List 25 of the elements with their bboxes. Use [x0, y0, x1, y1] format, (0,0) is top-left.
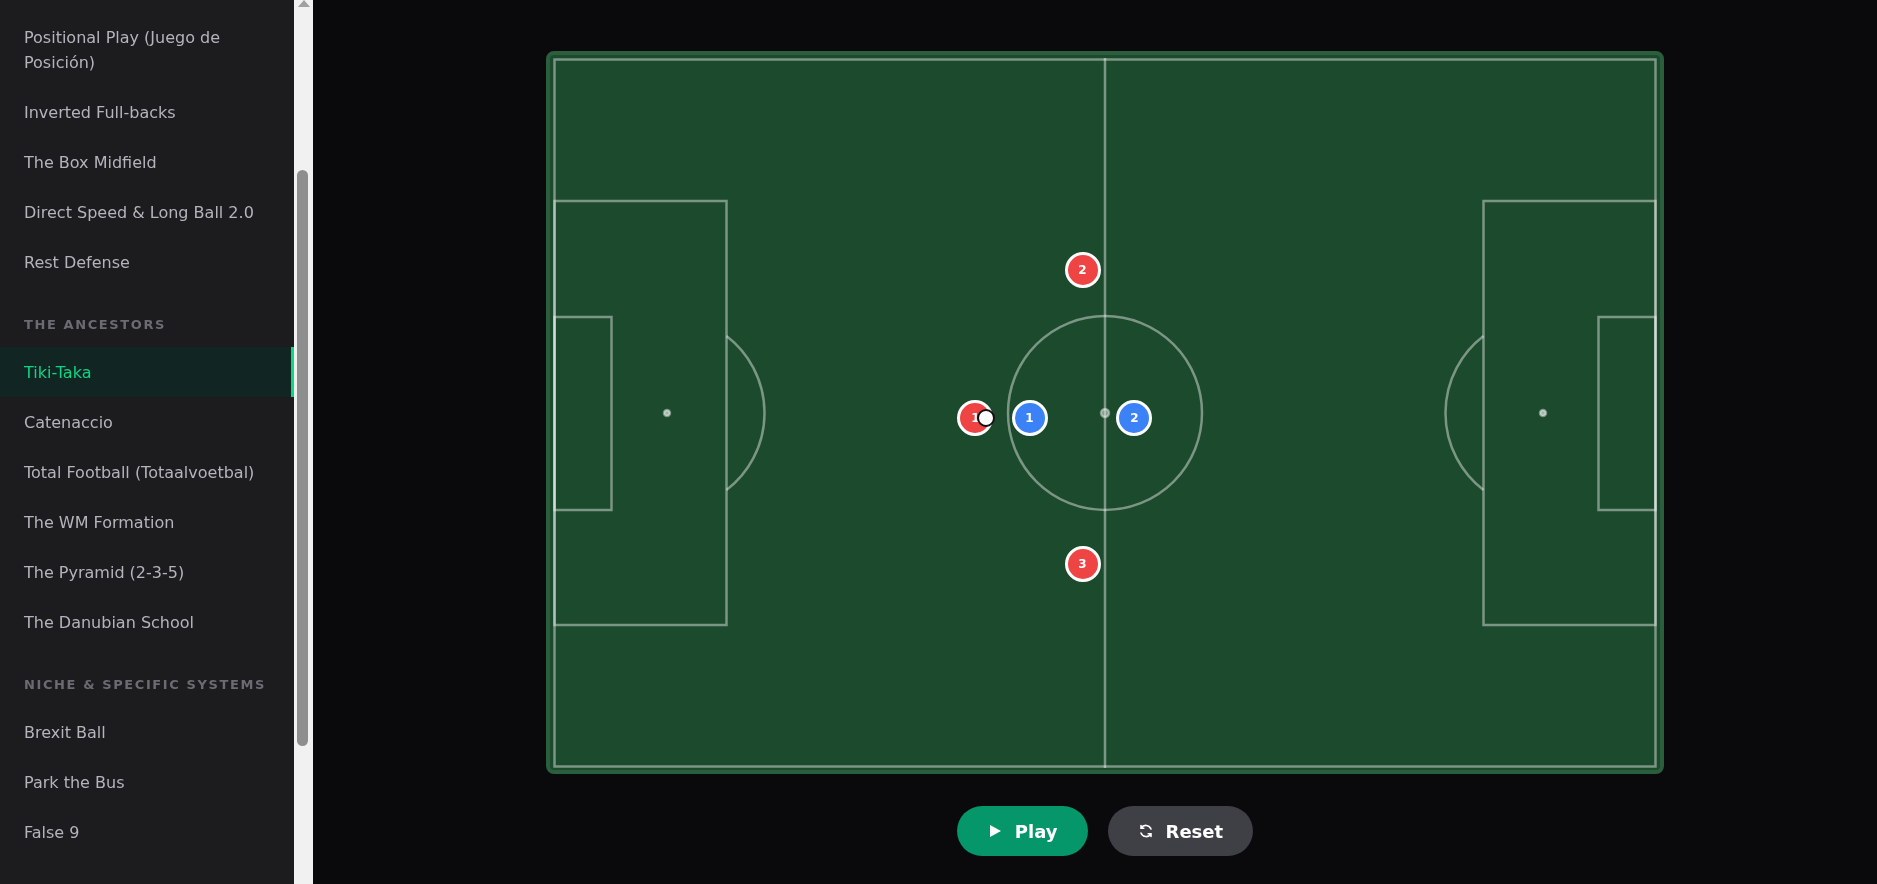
player-marker[interactable]: 3: [1064, 545, 1101, 582]
refresh-icon: [1137, 823, 1154, 839]
player-marker[interactable]: 2: [1116, 399, 1153, 436]
sidebar-item[interactable]: Tiki-Taka: [0, 347, 294, 397]
player-marker[interactable]: 1: [1011, 399, 1048, 436]
sidebar-item[interactable]: Brexit Ball: [0, 707, 294, 757]
sidebar-item[interactable]: Catenaccio: [0, 397, 294, 447]
play-button[interactable]: Play: [956, 806, 1088, 856]
sidebar-item[interactable]: Direct Speed & Long Ball 2.0: [0, 187, 294, 237]
sidebar-item[interactable]: Rest Defense: [0, 237, 294, 287]
sidebar-item[interactable]: Park the Bus: [0, 757, 294, 807]
section-heading: THE ANCESTORS: [23, 316, 167, 334]
player-marker[interactable]: 2: [1064, 252, 1101, 288]
sidebar-item[interactable]: Inverted Full-backs: [0, 87, 294, 137]
reset-button[interactable]: Reset: [1107, 806, 1254, 856]
scroll-up-icon[interactable]: [298, 0, 310, 7]
sidebar-item[interactable]: The WM Formation: [0, 497, 294, 547]
scrollbar-thumb[interactable]: [297, 170, 308, 746]
sidebar-item[interactable]: Total Football (Totaalvoetbal): [0, 447, 294, 497]
sidebar-item[interactable]: The Danubian School: [0, 597, 294, 647]
sidebar-item[interactable]: The Pyramid (2-3-5): [0, 547, 294, 597]
sidebar-item[interactable]: The Box Midfield: [0, 137, 294, 187]
sidebar-item[interactable]: Positional Play (Juego de Posición): [0, 12, 294, 87]
section-heading: NICHE & SPECIFIC SYSTEMS: [23, 676, 267, 694]
sidebar-item[interactable]: False 9: [0, 807, 294, 857]
